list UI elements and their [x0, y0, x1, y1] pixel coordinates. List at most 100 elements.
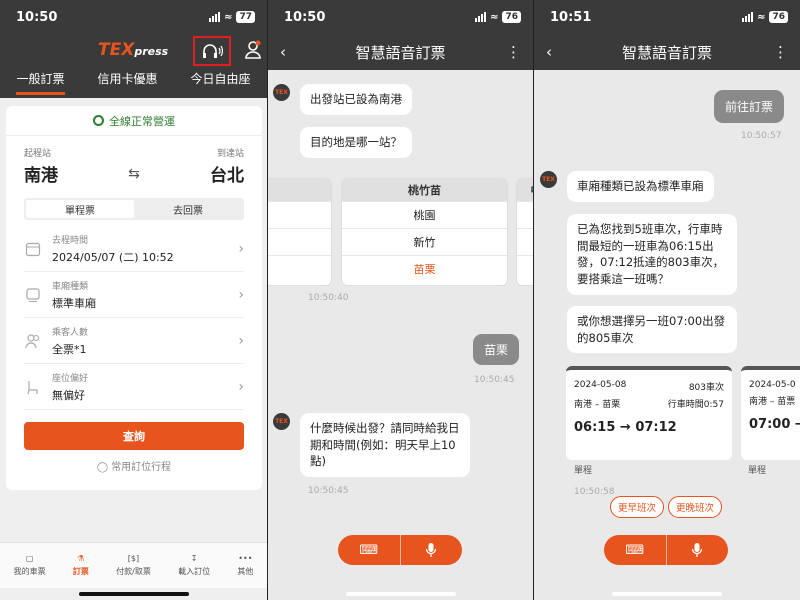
bot-message: 或你想選擇另一班07:00出發的805車次: [567, 306, 737, 354]
station-picker-prev-column: [268, 178, 332, 286]
bot-message: 已為您找到5班車次，行車時間最短的一班車為06:15出發，07:12抵達的803…: [567, 214, 737, 295]
to-station[interactable]: 台北: [210, 161, 244, 186]
departure-time-row[interactable]: 去程時間 2024/05/07 (二) 10:52 ›: [24, 226, 244, 272]
station-picker-next-column: 中: [516, 178, 533, 286]
wifi-icon: ≈: [757, 11, 766, 23]
service-status: 全線正常營運: [6, 106, 262, 136]
more-vertical-icon[interactable]: ⋮: [773, 43, 788, 61]
home-indicator: [78, 592, 189, 596]
home-indicator: [345, 592, 456, 596]
back-icon[interactable]: ‹: [280, 43, 286, 61]
user-icon[interactable]: [244, 40, 262, 64]
back-icon[interactable]: ‹: [546, 43, 552, 61]
page-title: 智慧語音訂票: [621, 43, 712, 62]
tab-load-booking[interactable]: ↧ 載入訂位: [178, 554, 210, 577]
timestamp: 10:50:40: [308, 293, 349, 303]
tab-credit-card-offer[interactable]: 信用卡優惠: [97, 70, 157, 92]
seat-tab-icon: ⚗: [77, 554, 85, 563]
battery-icon: 76: [769, 11, 788, 23]
station-option[interactable]: 新竹: [342, 228, 507, 255]
seat-icon: [24, 379, 42, 395]
signal-icon: [742, 12, 754, 22]
train-option-card[interactable]: 2024-05-0 南港 – 苗票 07:00 →: [741, 366, 800, 460]
user-message: 苗栗: [473, 334, 520, 365]
calendar-icon: [24, 241, 42, 257]
voice-assistant-button[interactable]: [193, 36, 231, 66]
keyboard-icon[interactable]: ⌨: [338, 535, 400, 565]
earlier-train-button[interactable]: 更早班次: [610, 496, 665, 518]
timestamp: 10:50:45: [474, 375, 515, 385]
wifi-icon: ≈: [224, 11, 233, 23]
region-header: 桃竹苗: [342, 179, 507, 201]
bot-message: 什麼時候出發？請同時給我日期和時間(例如：明天早上10點): [300, 413, 470, 478]
voice-chat-screen-1: 10:50 ≈ 76 ‹ 智慧語音訂票 ⋮ TEX 出發站已設為南港 目的地是哪…: [268, 0, 533, 600]
tab-other[interactable]: ••• 其他: [237, 554, 253, 577]
to-label: 到達站: [216, 149, 244, 159]
station-option-selected[interactable]: 苗栗: [342, 255, 507, 282]
booking-screen: 10:50 ≈ 77 TEXpress 一般訂票 信用卡優惠 今日自由座 全線正…: [0, 0, 267, 600]
tab-book[interactable]: ⚗ 訂票: [73, 554, 89, 577]
download-icon: ↧: [190, 554, 198, 563]
car-type-row[interactable]: 車廂種類 標準車廂 ›: [24, 272, 244, 318]
bot-avatar: TEX: [273, 413, 290, 430]
favorite-trips-link[interactable]: ◯ 常用訂位行程: [6, 458, 262, 473]
round-trip-option[interactable]: 去回票: [134, 200, 242, 218]
battery-icon: 77: [236, 11, 255, 23]
train-times: 07:00 →: [749, 417, 800, 432]
timestamp: 10:50:57: [741, 131, 782, 141]
status-bar: 10:50 ≈ 77: [0, 0, 267, 34]
passenger-count-row[interactable]: 乘客人數 全票*1 ›: [24, 318, 244, 364]
chevron-right-icon: ›: [238, 286, 244, 303]
input-controls: ⌨: [604, 535, 728, 565]
tab-payment[interactable]: [$] 付款/取票: [116, 554, 151, 577]
chevron-right-icon: ›: [238, 240, 244, 257]
query-button[interactable]: 查詢: [24, 422, 244, 450]
signal-icon: [209, 12, 221, 22]
bottom-tab-bar: ▢ 我的車票 ⚗ 訂票 [$] 付款/取票 ↧ 載入訂位 ••• 其他: [0, 542, 267, 588]
passengers-icon: [24, 333, 42, 349]
tab-general-booking[interactable]: 一般訂票: [16, 70, 65, 95]
bot-message: 出發站已設為南港: [300, 84, 412, 115]
from-station[interactable]: 南港: [24, 161, 58, 186]
bot-message: 車廂種類已設為標準車廂: [567, 171, 714, 202]
bot-message: 目的地是哪一站？: [300, 127, 412, 158]
pin-icon: ◯: [96, 462, 112, 473]
voice-chat-screen-2: 10:51 ≈ 76 ‹ 智慧語音訂票 ⋮ 前往訂票 10:50:57 TEX …: [534, 0, 800, 600]
station-option[interactable]: 桃園: [342, 201, 507, 228]
app-header: TEXpress: [0, 34, 267, 70]
bot-avatar: TEX: [273, 84, 290, 101]
bot-avatar: TEX: [540, 171, 557, 188]
page-title: 智慧語音訂票: [355, 43, 446, 62]
chevron-right-icon: ›: [238, 332, 244, 349]
input-controls: ⌨: [338, 535, 462, 565]
chevron-right-icon: ›: [238, 378, 244, 395]
booking-form-card: 全線正常營運 起程站 到達站 南港 ⇆ 台北 單程票 去回票 去程時間 2024/…: [6, 106, 262, 490]
more-icon: •••: [238, 554, 253, 563]
seat-preference-row[interactable]: 座位偏好 無偏好 ›: [24, 364, 244, 410]
ticket-type-label: 單程: [574, 466, 593, 476]
chat-navbar: ‹ 智慧語音訂票 ⋮: [268, 34, 533, 70]
one-way-option[interactable]: 單程票: [26, 200, 134, 218]
timestamp: 10:50:58: [574, 487, 615, 497]
status-ok-icon: [93, 115, 104, 126]
home-indicator: [612, 592, 722, 596]
train-car-icon: [24, 287, 42, 303]
swap-stations-icon[interactable]: ⇆: [128, 166, 140, 182]
chat-navbar: ‹ 智慧語音訂票 ⋮: [534, 34, 800, 70]
headset-icon: [203, 44, 223, 58]
keyboard-icon[interactable]: ⌨: [604, 535, 666, 565]
user-message: 前往訂票: [714, 90, 785, 123]
more-vertical-icon[interactable]: ⋮: [506, 43, 521, 61]
tab-today-free-seat[interactable]: 今日自由座: [190, 70, 250, 92]
tab-my-tickets[interactable]: ▢ 我的車票: [14, 554, 46, 577]
microphone-icon[interactable]: [399, 535, 463, 565]
later-train-button[interactable]: 更晚班次: [668, 496, 723, 518]
trip-type-toggle: 單程票 去回票: [24, 198, 244, 220]
booking-tabs: 一般訂票 信用卡優惠 今日自由座: [0, 70, 267, 98]
from-label: 起程站: [24, 149, 52, 159]
microphone-icon[interactable]: [665, 535, 729, 565]
train-option-card[interactable]: 2024-05-08 803車次 南港 – 苗栗 行車時間0:57 06:15 → …: [566, 366, 732, 460]
texpress-logo: TEXpress: [98, 40, 169, 60]
battery-icon: 76: [502, 11, 521, 23]
ticket-icon: ▢: [25, 554, 34, 563]
